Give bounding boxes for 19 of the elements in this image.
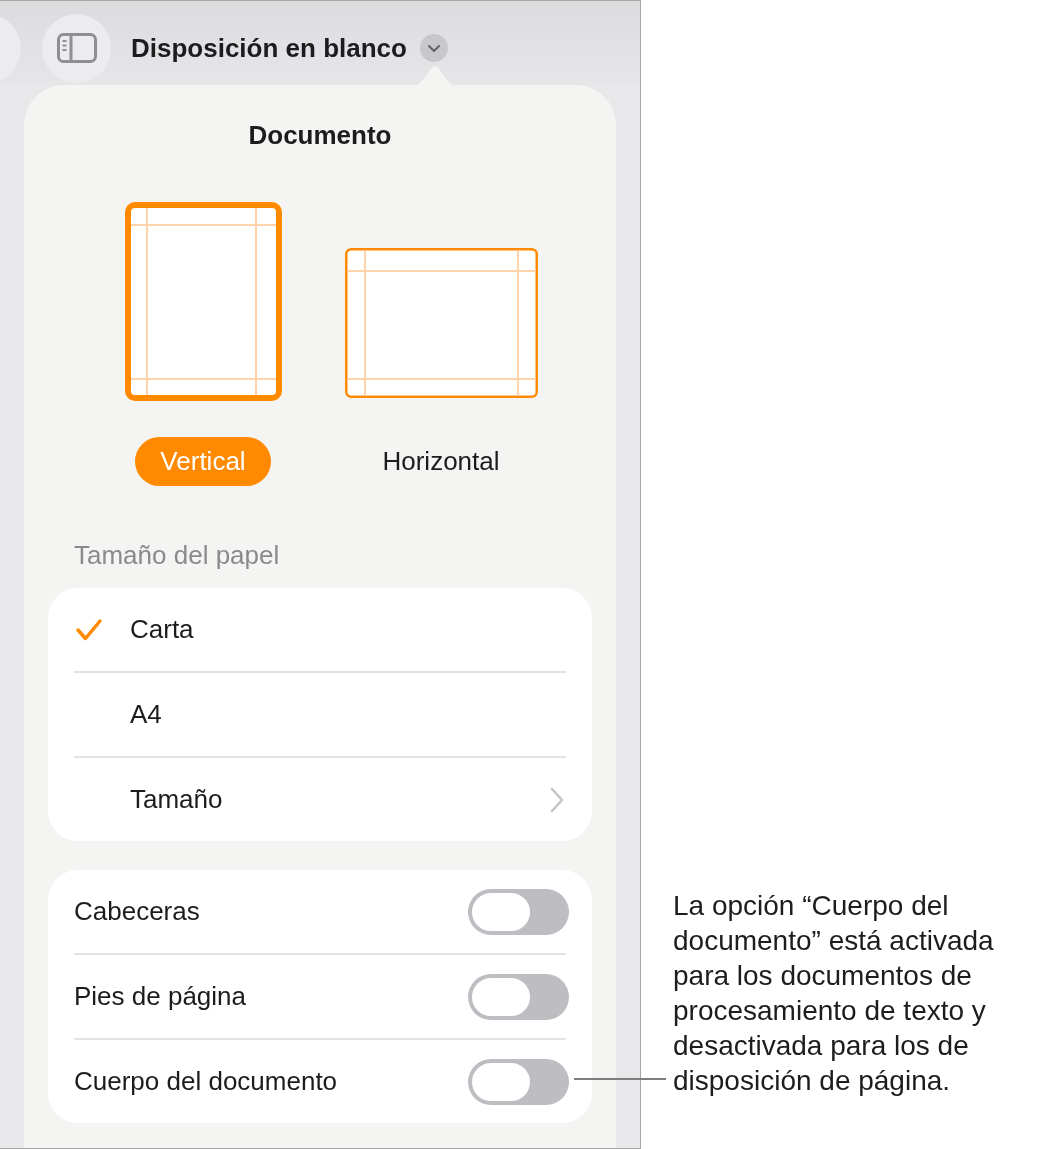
dropdown-button[interactable] [419,34,448,62]
sidebar-icon [56,33,97,63]
toggle-switch[interactable] [468,973,569,1020]
chevron-down-icon [427,44,440,52]
toggle-switch[interactable] [468,888,569,935]
switch-label: Cabeceras [74,895,201,928]
paper-size-option[interactable]: Carta [48,588,592,671]
section-heading: Tamaño del papel [74,539,280,571]
paper-size-option[interactable]: A4 [48,673,592,756]
chevron-right-icon [550,786,564,813]
switch-label: Pies de página [74,980,248,1013]
popover-title: Documento [248,119,392,151]
portrait-page-thumbnail[interactable] [124,202,282,401]
callout-text: La opción “Cuerpo del documento” está activada para los documentos de procesamiento de texto y desactivada para los de disposición de página. [673,889,995,1098]
paper-size-option[interactable]: Tamaño [48,758,592,841]
orientation-option[interactable]: Horizontal [357,437,525,486]
landscape-page-thumbnail[interactable] [344,248,538,398]
switch-label: Cuerpo del documento [74,1065,339,1098]
toggle-switch[interactable] [468,1058,569,1105]
